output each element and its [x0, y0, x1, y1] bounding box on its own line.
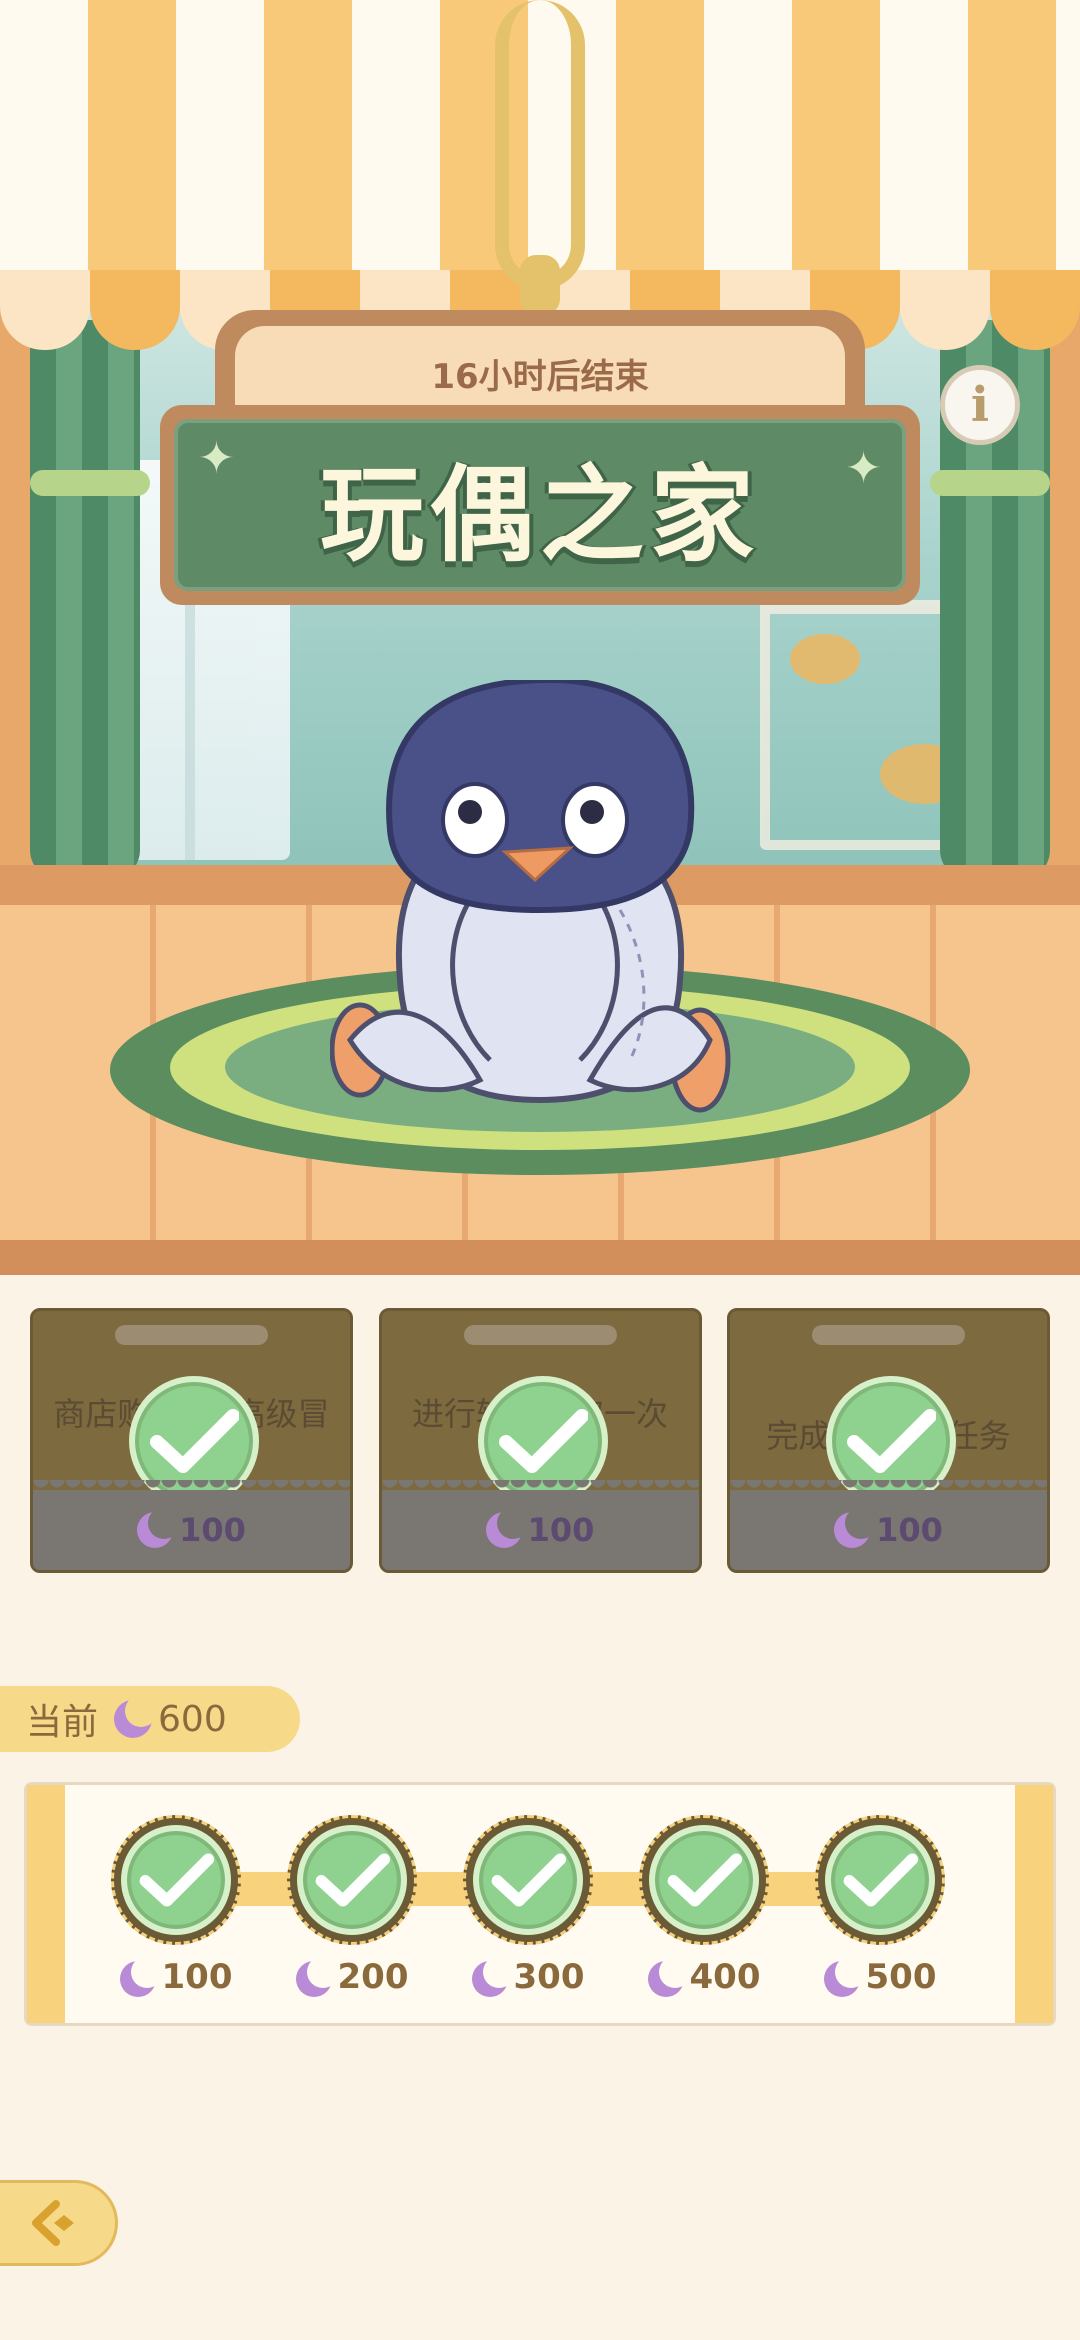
moon-icon	[114, 1695, 158, 1738]
check-icon	[121, 1825, 231, 1935]
moon-icon	[647, 1955, 691, 1997]
curtain-left	[30, 320, 140, 880]
rope-knot	[520, 255, 560, 315]
quest-card[interactable]: 完成3次每日任务 100	[727, 1308, 1050, 1573]
milestone-value: 300	[513, 1957, 585, 1997]
moon-icon	[485, 1507, 529, 1548]
back-arrow-icon	[31, 2200, 74, 2246]
quest-reward-value: 100	[179, 1511, 246, 1549]
quest-reward-value: 100	[527, 1511, 595, 1549]
milestone-value: 100	[161, 1957, 233, 1997]
quest-list: 商店购买3张高级冒险券 100 进行转动获取一次 100 完成3次每日任务 10…	[30, 1308, 1050, 1573]
quest-card[interactable]: 商店购买3张高级冒险券 100	[30, 1308, 353, 1573]
quest-reward: 100	[33, 1480, 350, 1570]
track-edge-left	[27, 1785, 65, 2023]
check-icon	[649, 1825, 759, 1935]
check-icon	[473, 1825, 583, 1935]
reward-track: 100 200 300 400 500	[24, 1782, 1056, 2026]
hanging-rope	[495, 0, 585, 290]
moon-icon	[137, 1507, 181, 1548]
quest-reward: 100	[730, 1480, 1047, 1570]
current-label: 当前	[26, 1702, 99, 1743]
moon-icon	[119, 1955, 163, 1997]
current-balance: 当前 600	[0, 1686, 300, 1752]
milestone-value: 400	[689, 1957, 761, 1997]
milestone-reward[interactable]: 300	[463, 1815, 593, 1997]
back-button[interactable]	[0, 2180, 118, 2266]
milestone-reward[interactable]: 100	[111, 1815, 241, 1997]
info-button[interactable]: i	[940, 365, 1020, 445]
moon-icon	[834, 1507, 878, 1548]
card-header-bar	[115, 1325, 268, 1345]
event-sign: ✦ ✦ 玩偶之家	[160, 405, 920, 605]
card-header-bar	[463, 1325, 617, 1345]
milestone-reward[interactable]: 200	[287, 1815, 417, 1997]
penguin-plush[interactable]	[330, 680, 750, 1120]
current-value: 600	[158, 1698, 227, 1740]
milestone-reward[interactable]: 400	[639, 1815, 769, 1997]
curtain-tie-right	[930, 470, 1050, 496]
shop-scene: 16小时后结束 ✦ ✦ 玩偶之家 i	[0, 0, 1080, 1275]
milestone-value: 200	[337, 1957, 409, 1997]
countdown-text: 16小时后结束	[431, 356, 649, 397]
track-edge-right	[1015, 1785, 1053, 2023]
moon-icon	[295, 1955, 339, 1997]
card-header-bar	[812, 1325, 965, 1345]
curtain-tie-left	[30, 470, 150, 496]
event-title: 玩偶之家	[319, 453, 760, 576]
sparkle-icon: ✦	[845, 443, 882, 494]
info-icon: i	[970, 377, 990, 433]
check-icon	[297, 1825, 407, 1935]
milestone-reward[interactable]: 500	[815, 1815, 945, 1997]
milestone-value: 500	[865, 1957, 937, 1997]
quest-reward: 100	[381, 1480, 699, 1570]
moon-icon	[823, 1955, 867, 1997]
floor-edge	[0, 1240, 1080, 1275]
quest-reward-value: 100	[876, 1511, 943, 1549]
quest-card[interactable]: 进行转动获取一次 100	[378, 1308, 702, 1573]
countdown-plate: 16小时后结束	[215, 310, 865, 420]
check-icon	[825, 1825, 935, 1935]
sparkle-icon: ✦	[198, 433, 235, 484]
moon-icon	[471, 1955, 515, 1997]
